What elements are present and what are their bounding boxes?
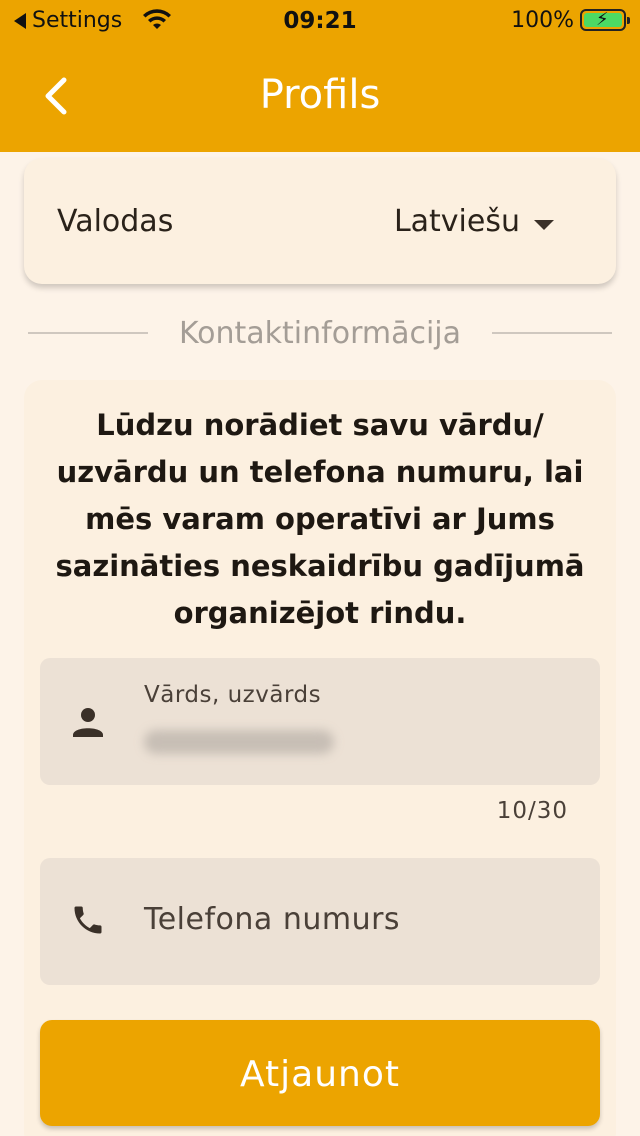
contact-notice-text: Lūdzu norādiet savu vārdu/ uzvārdu un te… bbox=[55, 408, 585, 630]
profile-screen: Settings 09:21 100% ⚡ Profils Valodas La… bbox=[0, 0, 640, 1136]
dropdown-caret-icon bbox=[534, 220, 554, 230]
phone-field-placeholder: Telefona numurs bbox=[144, 902, 401, 937]
navigation-bar: Profils bbox=[0, 40, 640, 152]
language-label: Valodas bbox=[57, 204, 174, 239]
name-field-label: Vārds, uzvārds bbox=[144, 682, 322, 708]
language-selected-value: Latviešu bbox=[393, 204, 520, 239]
name-field-value-redacted bbox=[144, 730, 334, 754]
battery-icon: ⚡ bbox=[580, 9, 630, 31]
name-input-field[interactable]: Vārds, uzvārds bbox=[40, 658, 600, 785]
language-card: Valodas Latviešu bbox=[24, 158, 616, 284]
charging-bolt-icon: ⚡ bbox=[596, 9, 609, 30]
person-icon bbox=[73, 708, 103, 737]
contact-card: Lūdzu norādiet savu vārdu/ uzvārdu un te… bbox=[24, 380, 616, 1136]
update-button[interactable]: Atjaunot bbox=[40, 1020, 600, 1126]
name-char-counter: 10/30 bbox=[496, 798, 568, 824]
phone-icon bbox=[74, 906, 102, 934]
top-bar: Settings 09:21 100% ⚡ Profils bbox=[0, 0, 640, 152]
battery-percentage: 100% bbox=[511, 8, 574, 33]
page-title: Profils bbox=[259, 72, 381, 118]
phone-input-field[interactable]: Telefona numurs bbox=[40, 858, 600, 985]
section-divider: Kontaktinformācija bbox=[28, 310, 612, 356]
status-bar: Settings 09:21 100% ⚡ bbox=[0, 0, 640, 40]
